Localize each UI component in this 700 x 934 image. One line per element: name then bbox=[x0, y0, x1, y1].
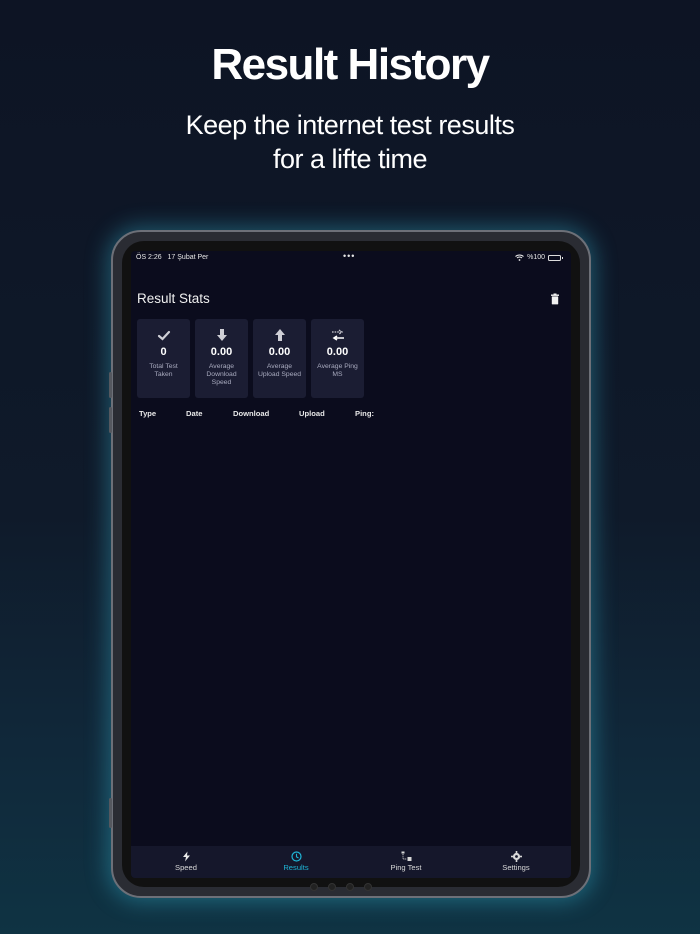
wifi-icon bbox=[515, 254, 524, 261]
tab-bar: Speed Results Ping Test Settings bbox=[131, 846, 571, 878]
device-dock-indicators bbox=[310, 883, 372, 891]
tab-speed[interactable]: Speed bbox=[131, 846, 241, 878]
status-bar: ÖS 2:26 17 Şubat Per ••• %100 bbox=[131, 251, 571, 265]
promo-subtitle: Keep the internet test results for a lif… bbox=[0, 108, 700, 176]
tab-results[interactable]: Results bbox=[241, 846, 351, 878]
tab-settings[interactable]: Settings bbox=[461, 846, 571, 878]
status-date-text: 17 Şubat Per bbox=[167, 254, 209, 261]
bolt-icon bbox=[182, 851, 190, 862]
stats-cards: 0 Total Test Taken 0.00 Average Download… bbox=[137, 319, 364, 398]
tab-label: Settings bbox=[502, 863, 530, 872]
stat-value: 0.00 bbox=[326, 346, 349, 358]
column-header-type: Type bbox=[139, 409, 157, 418]
app-screen: ÖS 2:26 17 Şubat Per ••• %100 Result Sta… bbox=[131, 251, 571, 878]
stat-value: 0.00 bbox=[268, 346, 291, 358]
column-header-ping: Ping: bbox=[355, 409, 374, 418]
stat-label: Average Download Speed bbox=[206, 363, 237, 387]
tab-ping-test[interactable]: Ping Test bbox=[351, 846, 461, 878]
ping-arrows-icon bbox=[331, 329, 344, 341]
download-arrow-icon bbox=[216, 329, 227, 341]
status-time: ÖS 2:26 17 Şubat Per bbox=[136, 254, 208, 261]
page-title: Result Stats bbox=[137, 291, 210, 306]
side-button bbox=[109, 407, 112, 433]
stat-card-avg-ping: 0.00 Average Ping MS bbox=[311, 319, 364, 398]
column-header-date: Date bbox=[186, 409, 203, 418]
clock-icon bbox=[290, 851, 302, 862]
dock-dot bbox=[346, 883, 354, 891]
stat-value: 0.00 bbox=[210, 346, 233, 358]
tab-label: Results bbox=[283, 863, 309, 872]
battery-percent: %100 bbox=[527, 254, 545, 261]
stat-label: Average Upload Speed bbox=[257, 363, 302, 379]
stat-label: Average Ping MS bbox=[317, 363, 358, 379]
dock-dot bbox=[364, 883, 372, 891]
column-header-upload: Upload bbox=[299, 409, 325, 418]
checkmark-icon bbox=[157, 330, 170, 341]
column-header-download: Download bbox=[233, 409, 270, 418]
multitask-dots[interactable]: ••• bbox=[343, 251, 355, 261]
promo-title: Result History bbox=[211, 40, 490, 89]
gear-icon bbox=[510, 851, 522, 862]
promo-subtitle-line2: for a lifte time bbox=[272, 144, 428, 174]
stat-card-avg-download: 0.00 Average Download Speed bbox=[195, 319, 248, 398]
status-right: %100 bbox=[515, 254, 563, 261]
tab-label: Ping Test bbox=[390, 863, 422, 872]
battery-icon bbox=[548, 254, 563, 261]
status-time-text: ÖS 2:26 bbox=[136, 254, 162, 261]
upload-arrow-icon bbox=[274, 329, 285, 341]
stat-card-total-tests: 0 Total Test Taken bbox=[137, 319, 190, 398]
promo-subtitle-line1: Keep the internet test results bbox=[185, 110, 515, 140]
dock-dot bbox=[310, 883, 318, 891]
stat-label: Total Test Taken bbox=[149, 363, 178, 379]
dock-dot bbox=[328, 883, 336, 891]
stat-value: 0 bbox=[160, 346, 167, 358]
side-button bbox=[109, 798, 112, 828]
trash-icon[interactable] bbox=[549, 293, 561, 305]
side-button bbox=[109, 372, 112, 398]
tab-label: Speed bbox=[175, 863, 197, 872]
ping-test-icon bbox=[401, 851, 411, 861]
stat-card-avg-upload: 0.00 Average Upload Speed bbox=[253, 319, 306, 398]
